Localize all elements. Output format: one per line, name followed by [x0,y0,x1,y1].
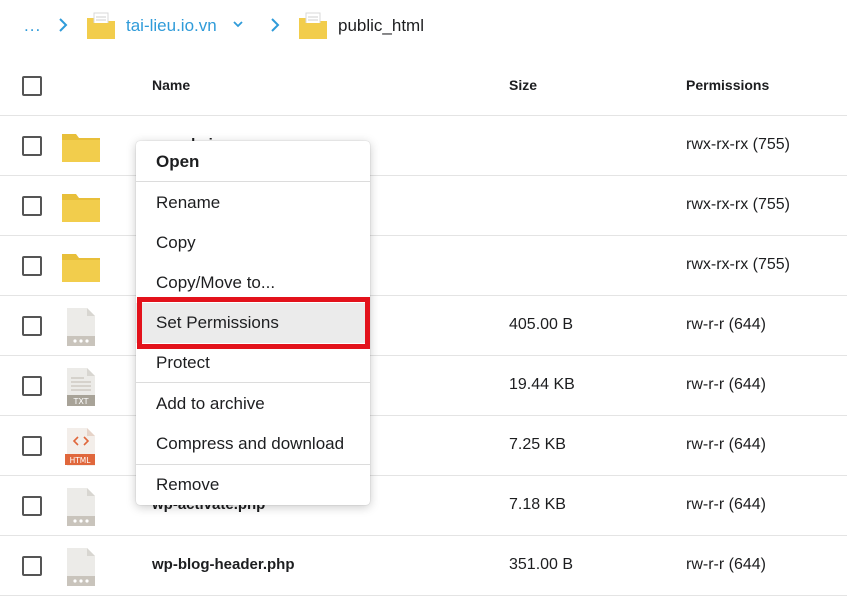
menu-item-copy-move[interactable]: Copy/Move to... [136,263,370,303]
file-permissions: rw-r-r (644) [686,436,766,453]
svg-text:TXT: TXT [72,397,88,406]
file-size: 351.00 B [509,556,574,573]
context-menu: Open Rename Copy Copy/Move to... Set Per… [136,141,370,505]
row-checkbox[interactable] [22,256,42,276]
table-row[interactable]: wp-blog-header.php 351.00 B rw-r-r (644) [0,536,847,596]
table-row[interactable]: HTML 7.25 KB rw-r-r (644) [0,416,847,476]
row-checkbox[interactable] [22,556,42,576]
php-file-icon [67,308,95,346]
txt-file-icon: TXT [67,368,95,406]
row-checkbox[interactable] [22,196,42,216]
menu-item-protect[interactable]: Protect [136,343,370,383]
file-permissions: rwx-rx-rx (755) [686,256,790,273]
menu-item-rename[interactable]: Rename [136,183,370,223]
table-row[interactable]: 405.00 B rw-r-r (644) [0,296,847,356]
row-checkbox[interactable] [22,316,42,336]
folder-icon [62,134,100,162]
file-permissions: rw-r-r (644) [686,556,766,573]
table-row[interactable]: TXT 19.44 KB rw-r-r (644) [0,356,847,416]
file-permissions: rwx-rx-rx (755) [686,196,790,213]
column-header-permissions[interactable]: Permissions [686,77,769,93]
folder-icon [62,254,100,282]
menu-item-add-to-archive[interactable]: Add to archive [136,384,370,424]
chevron-down-icon[interactable] [232,18,244,30]
table-row[interactable]: wp-activate.php 7.18 KB rw-r-r (644) [0,476,847,536]
row-checkbox[interactable] [22,136,42,156]
svg-text:HTML: HTML [70,456,92,465]
menu-item-compress-download[interactable]: Compress and download [136,424,370,464]
html-file-icon: HTML [65,428,95,466]
breadcrumb: ... tai-lieu.io.vn public_html [0,0,847,52]
file-permissions: rw-r-r (644) [686,496,766,513]
breadcrumb-item-tai-lieu[interactable]: tai-lieu.io.vn [126,16,217,36]
php-file-icon [67,488,95,526]
php-file-icon [67,548,95,586]
file-permissions: rwx-rx-rx (755) [686,136,790,153]
file-permissions: rw-r-r (644) [686,376,766,393]
table-row[interactable]: rwx-rx-rx (755) [0,176,847,236]
row-checkbox[interactable] [22,496,42,516]
menu-item-remove[interactable]: Remove [136,465,370,505]
file-size: 19.44 KB [509,376,575,393]
menu-divider [136,181,370,182]
file-name[interactable]: wp-blog-header.php [152,556,295,573]
menu-item-copy[interactable]: Copy [136,223,370,263]
breadcrumb-ellipsis[interactable]: ... [24,16,41,36]
column-header-size[interactable]: Size [509,77,537,93]
folder-icon [62,194,100,222]
table-row[interactable]: rwx-rx-rx (755) [0,236,847,296]
column-header-name[interactable]: Name [152,77,190,93]
row-checkbox[interactable] [22,376,42,396]
file-size: 405.00 B [509,316,574,333]
table-row[interactable]: wp-admin rwx-rx-rx (755) [0,116,847,176]
file-permissions: rw-r-r (644) [686,316,766,333]
table-header: Name Size Permissions [0,56,847,116]
select-all-checkbox[interactable] [22,76,42,96]
file-size: 7.18 KB [509,496,566,513]
folder-icon [299,12,327,39]
chevron-right-icon [271,18,280,32]
breadcrumb-item-public-html[interactable]: public_html [338,16,424,36]
chevron-right-icon [59,18,68,32]
row-checkbox[interactable] [22,436,42,456]
menu-divider [136,382,370,383]
folder-icon [87,12,115,39]
menu-item-set-permissions[interactable]: Set Permissions [136,303,370,343]
file-size: 7.25 KB [509,436,566,453]
menu-item-open[interactable]: Open [136,142,370,182]
